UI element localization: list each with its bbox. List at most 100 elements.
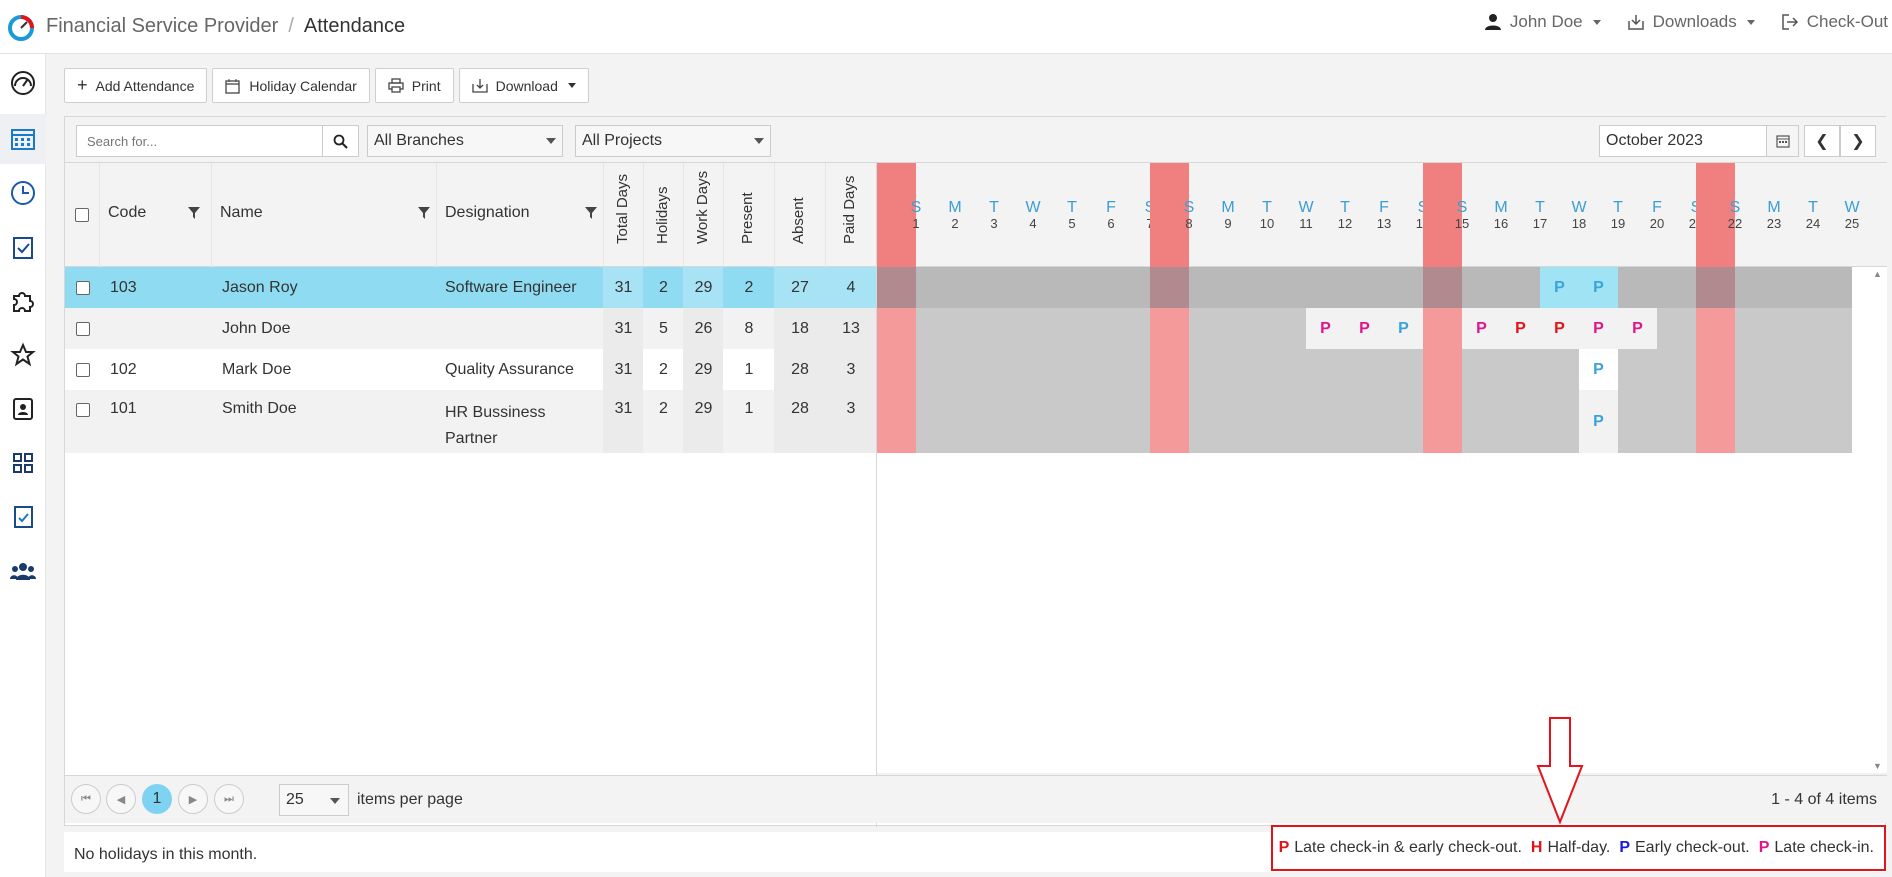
attendance-cell[interactable] [1150, 267, 1189, 308]
attendance-cell[interactable] [1267, 308, 1306, 349]
attendance-cell[interactable] [1462, 267, 1501, 308]
attendance-cell[interactable] [994, 267, 1033, 308]
attendance-cell[interactable] [955, 267, 994, 308]
col-designation[interactable]: Designation [436, 163, 603, 267]
attendance-cell[interactable] [1150, 390, 1189, 453]
attendance-cell[interactable] [1345, 267, 1384, 308]
checkout-button[interactable]: Check-Out [1781, 12, 1888, 32]
attendance-cell[interactable] [1657, 308, 1696, 349]
attendance-cell[interactable] [955, 349, 994, 390]
col-present[interactable]: Present [723, 163, 774, 267]
attendance-cell[interactable] [1423, 349, 1462, 390]
attendance-cell[interactable] [877, 390, 916, 453]
attendance-cell[interactable] [1774, 390, 1813, 453]
attendance-cell[interactable] [1774, 308, 1813, 349]
attendance-cell[interactable] [1267, 349, 1306, 390]
user-menu[interactable]: John Doe [1484, 12, 1601, 32]
page-size-select[interactable]: 25 [279, 784, 349, 816]
attendance-cell[interactable] [1618, 267, 1657, 308]
search-button[interactable] [322, 126, 358, 156]
attendance-cell[interactable] [1189, 349, 1228, 390]
attendance-cell[interactable] [1462, 349, 1501, 390]
attendance-cell[interactable] [1228, 308, 1267, 349]
attendance-cell[interactable]: P [1579, 267, 1618, 308]
attendance-cell[interactable]: P [1345, 308, 1384, 349]
attendance-cell[interactable] [1696, 267, 1735, 308]
branch-select[interactable]: All Branches [367, 125, 563, 157]
attendance-cell[interactable] [1384, 267, 1423, 308]
attendance-cell[interactable] [1735, 308, 1774, 349]
row-checkbox[interactable] [76, 280, 90, 295]
attendance-cell[interactable] [1540, 390, 1579, 453]
attendance-cell[interactable] [1657, 349, 1696, 390]
filter-icon[interactable] [418, 207, 430, 219]
attendance-cell[interactable] [1306, 349, 1345, 390]
attendance-cell[interactable] [1111, 390, 1150, 453]
attendance-cell[interactable] [1540, 349, 1579, 390]
attendance-cell[interactable] [1501, 390, 1540, 453]
attendance-cell[interactable]: P [1579, 390, 1618, 453]
print-button[interactable]: Print [374, 68, 454, 103]
next-page-button[interactable]: ▶ [178, 784, 208, 814]
attendance-cell[interactable] [955, 390, 994, 453]
attendance-cell[interactable] [1072, 308, 1111, 349]
col-code[interactable]: Code [99, 163, 211, 267]
filter-icon[interactable] [585, 207, 597, 219]
attendance-cell[interactable]: P [1501, 308, 1540, 349]
attendance-cell[interactable] [1774, 349, 1813, 390]
attendance-cell[interactable] [1033, 349, 1072, 390]
col-name[interactable]: Name [211, 163, 436, 267]
attendance-cell[interactable] [1462, 390, 1501, 453]
col-total-days[interactable]: Total Days [603, 163, 643, 267]
attendance-cell[interactable] [955, 308, 994, 349]
sidebar-item-dashboard[interactable] [0, 58, 46, 108]
attendance-cell[interactable] [1501, 349, 1540, 390]
attendance-cell[interactable] [1189, 308, 1228, 349]
attendance-cell[interactable] [1423, 308, 1462, 349]
download-button[interactable]: Download [458, 68, 589, 103]
first-page-button[interactable]: ⏮ [71, 784, 101, 814]
attendance-cell[interactable] [1150, 349, 1189, 390]
attendance-cell[interactable] [1696, 308, 1735, 349]
attendance-cell[interactable] [1306, 390, 1345, 453]
attendance-cell[interactable] [1618, 349, 1657, 390]
attendance-cell[interactable]: P [1306, 308, 1345, 349]
attendance-cell[interactable] [1033, 267, 1072, 308]
attendance-cell[interactable] [1423, 267, 1462, 308]
sidebar-item-apps[interactable] [0, 438, 46, 488]
attendance-cell[interactable] [916, 267, 955, 308]
next-month-button[interactable]: ❯ [1840, 125, 1876, 157]
holiday-calendar-button[interactable]: Holiday Calendar [212, 68, 370, 103]
attendance-cell[interactable] [1267, 390, 1306, 453]
project-select[interactable]: All Projects [575, 125, 771, 157]
attendance-cell[interactable] [1228, 349, 1267, 390]
attendance-cell[interactable] [1111, 308, 1150, 349]
attendance-cell[interactable]: P [1579, 308, 1618, 349]
prev-page-button[interactable]: ◀ [106, 784, 136, 814]
sidebar-item-modules[interactable] [0, 276, 46, 326]
attendance-cell[interactable]: P [1579, 349, 1618, 390]
attendance-cell[interactable] [1267, 267, 1306, 308]
search-input[interactable] [77, 126, 322, 156]
downloads-menu[interactable]: Downloads [1627, 12, 1755, 32]
table-row[interactable]: John Doe 31 5 26 8 18 13 [65, 308, 876, 349]
sidebar-item-tasks[interactable] [0, 222, 46, 272]
attendance-cell[interactable] [916, 390, 955, 453]
attendance-cell[interactable] [1033, 308, 1072, 349]
breadcrumb-app[interactable]: Financial Service Provider [46, 15, 278, 37]
attendance-cell[interactable]: P [1540, 308, 1579, 349]
attendance-cell[interactable] [877, 349, 916, 390]
attendance-cell[interactable] [1657, 390, 1696, 453]
calendar-icon[interactable] [1766, 126, 1798, 156]
sidebar-item-time[interactable] [0, 168, 46, 218]
attendance-cell[interactable] [1150, 308, 1189, 349]
sidebar-item-favorites[interactable] [0, 330, 46, 380]
sidebar-item-team[interactable] [0, 546, 46, 596]
sidebar-item-attendance[interactable] [0, 114, 46, 164]
col-paid-days[interactable]: Paid Days [825, 163, 876, 267]
filter-icon[interactable] [188, 207, 200, 219]
attendance-cell[interactable] [1696, 349, 1735, 390]
page-1-button[interactable]: 1 [142, 784, 172, 814]
last-page-button[interactable]: ⏭ [214, 784, 244, 814]
attendance-cell[interactable] [1072, 267, 1111, 308]
